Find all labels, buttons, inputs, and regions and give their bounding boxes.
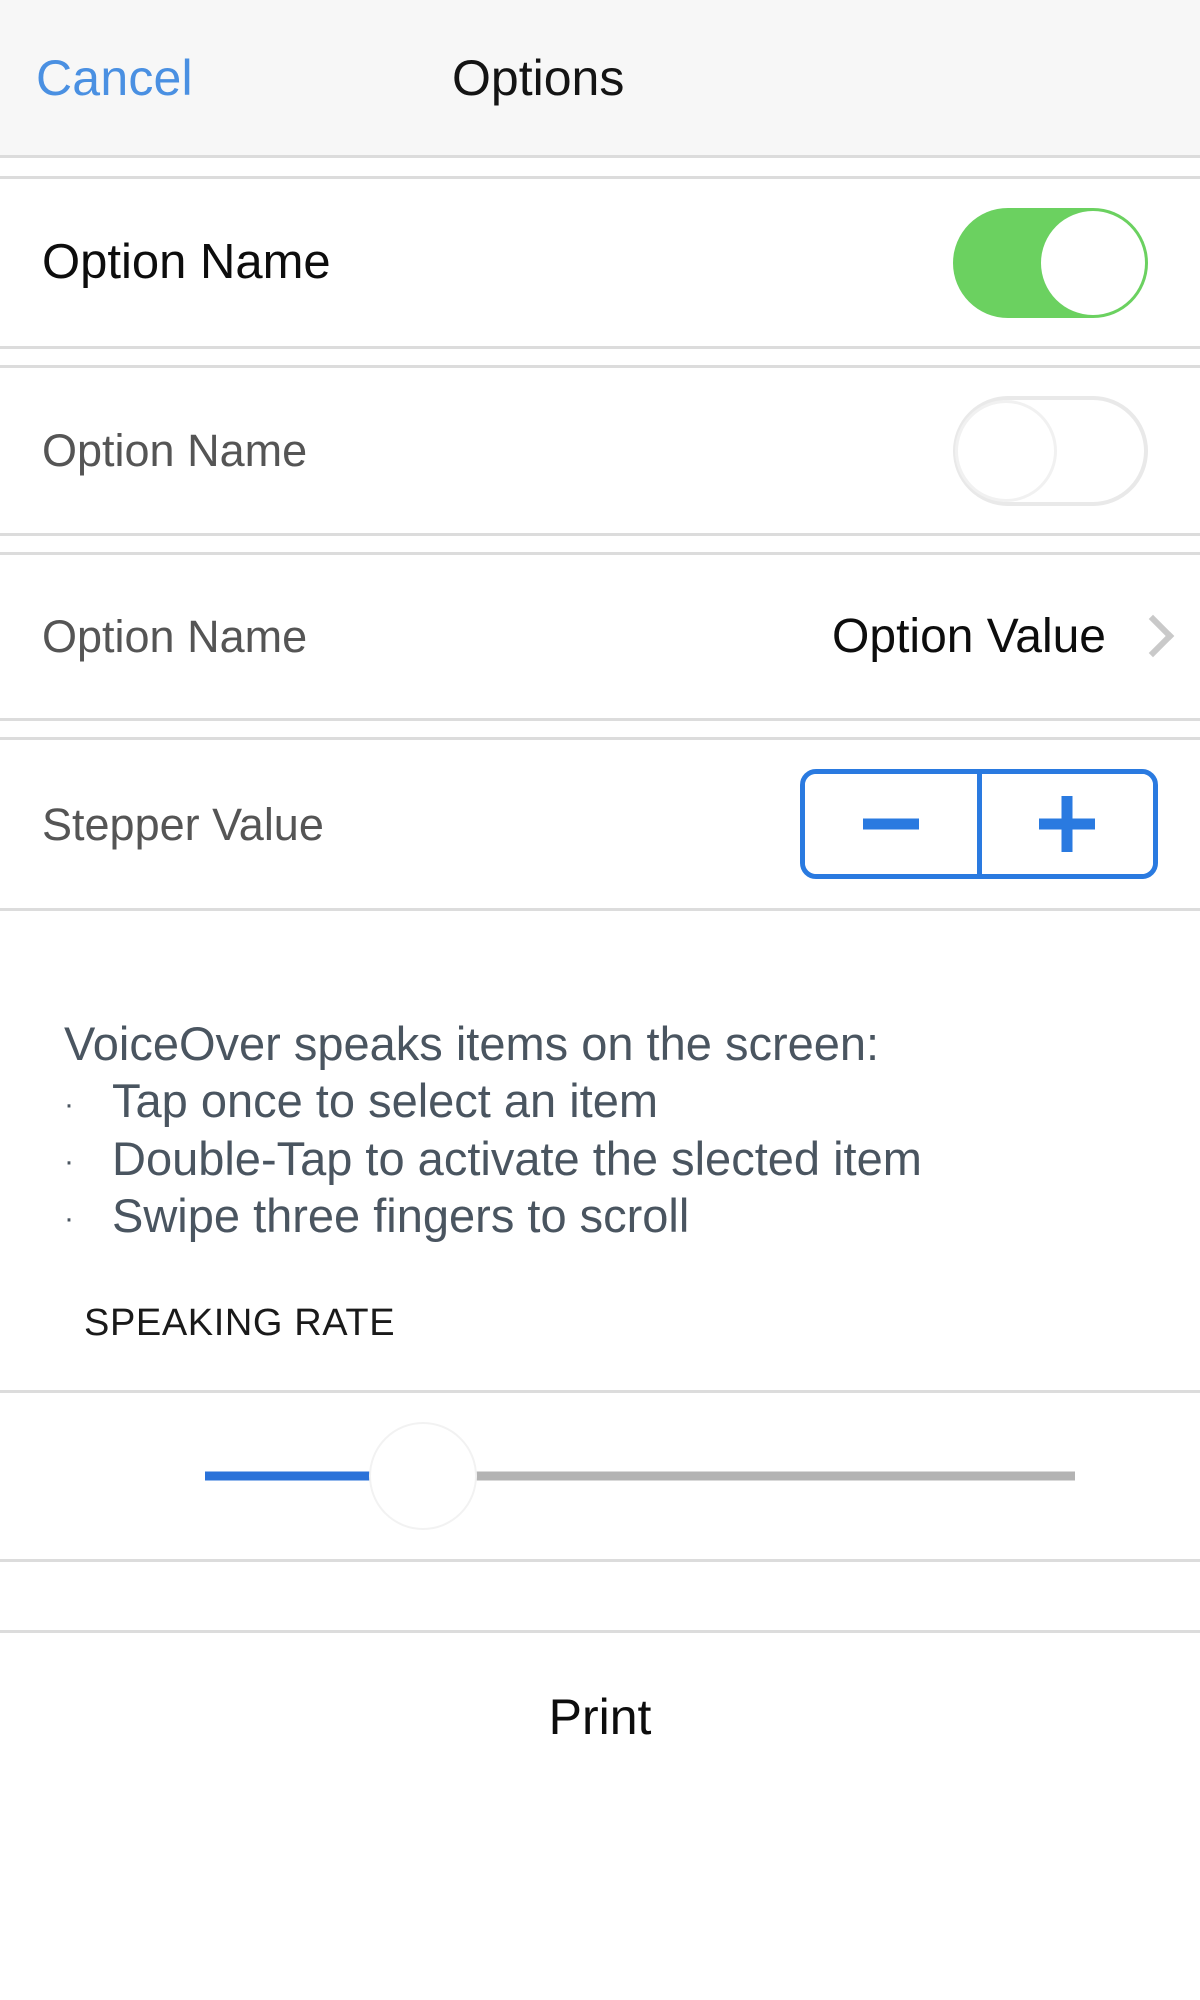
footer-gap <box>0 1562 1200 1630</box>
list-item-label: Double-Tap to activate the slected item <box>112 1132 922 1185</box>
print-button-label: Print <box>549 1692 652 1742</box>
row-control-4 <box>800 740 1200 908</box>
row-option-name-toggle-off[interactable]: Option Name <box>0 368 1200 533</box>
section-gap-top <box>0 158 1200 176</box>
print-button[interactable]: Print <box>0 1633 1200 1801</box>
plus-icon-vertical <box>1062 796 1073 852</box>
stepper-increment-button[interactable] <box>977 774 1154 874</box>
row-option-value-disclosure[interactable]: Option Name Option Value <box>0 555 1200 718</box>
row-label-1: Option Name <box>0 238 331 287</box>
disclosure-value-wrap[interactable]: Option Value <box>832 613 1162 661</box>
bullet-icon: · <box>64 1144 112 1181</box>
bullet-icon: · <box>64 1201 112 1238</box>
row-option-name-toggle-on[interactable]: Option Name <box>0 179 1200 346</box>
page-title: Options <box>452 53 624 103</box>
row-speaking-rate-slider <box>0 1393 1200 1559</box>
toggle-knob <box>955 400 1057 502</box>
row-control-1 <box>953 179 1200 346</box>
section-gap-1 <box>0 349 1200 365</box>
list-item: ·Swipe three fingers to scroll <box>64 1187 1150 1244</box>
minus-icon <box>863 819 919 830</box>
row-label-4: Stepper Value <box>0 802 324 847</box>
voiceover-info-block: VoiceOver speaks items on the screen: ·T… <box>0 911 1200 1342</box>
section-gap-3 <box>0 721 1200 737</box>
row-control-3: Option Value <box>832 555 1200 718</box>
stepper-decrement-button[interactable] <box>805 774 977 874</box>
row-control-2 <box>953 368 1200 533</box>
chevron-right-icon <box>1136 615 1162 659</box>
option-value-text: Option Value <box>832 613 1106 661</box>
bullet-icon: · <box>64 1087 112 1124</box>
toggle-switch-on[interactable] <box>953 208 1148 318</box>
speaking-rate-slider[interactable] <box>205 1421 1075 1531</box>
speaking-rate-section-header: SPEAKING RATE <box>64 1244 1150 1342</box>
navigation-bar: Cancel Options <box>0 0 1200 158</box>
section-gap-before-slider <box>0 1342 1200 1390</box>
toggle-switch-off[interactable] <box>953 396 1148 506</box>
voiceover-gesture-list: ·Tap once to select an item ·Double-Tap … <box>64 1072 1150 1244</box>
row-label-3: Option Name <box>0 614 307 659</box>
slider-thumb[interactable] <box>369 1422 477 1530</box>
list-item: ·Double-Tap to activate the slected item <box>64 1130 1150 1187</box>
toggle-knob <box>1041 211 1145 315</box>
stepper-control[interactable] <box>800 769 1158 879</box>
row-stepper-value: Stepper Value <box>0 740 1200 908</box>
voiceover-info-lead: VoiceOver speaks items on the screen: <box>64 911 944 1072</box>
section-gap-2 <box>0 536 1200 552</box>
cancel-button[interactable]: Cancel <box>36 53 193 103</box>
list-item-label: Swipe three fingers to scroll <box>112 1189 689 1242</box>
list-item: ·Tap once to select an item <box>64 1072 1150 1129</box>
row-label-2: Option Name <box>0 428 307 473</box>
list-item-label: Tap once to select an item <box>112 1074 658 1127</box>
